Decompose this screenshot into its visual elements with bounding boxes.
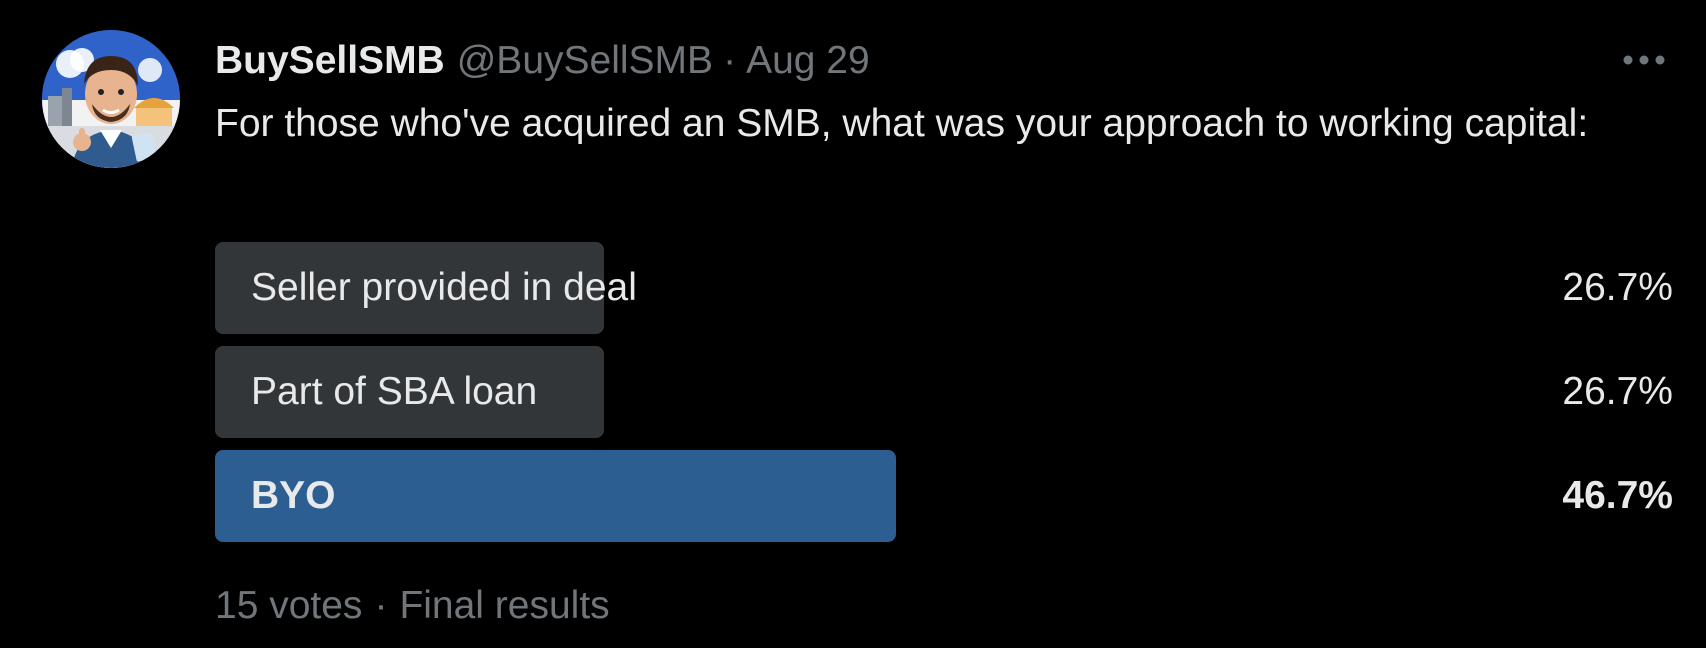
more-horizontal-icon	[1623, 55, 1665, 65]
poll-vote-count: 15 votes	[215, 584, 363, 627]
poll: Seller provided in deal 26.7% Part of SB…	[215, 242, 1673, 554]
tweet[interactable]: BuySellSMB @BuySellSMB · Aug 29 For thos…	[0, 0, 1706, 648]
user-handle[interactable]: @BuySellSMB	[457, 36, 713, 86]
poll-option-label: Seller provided in deal	[251, 266, 637, 309]
avatar-image	[42, 30, 180, 168]
poll-option-label: Part of SBA loan	[251, 370, 538, 413]
footer-separator: ·	[374, 584, 388, 627]
tweet-text: For those who've acquired an SMB, what w…	[215, 102, 1589, 145]
poll-option-percent: 46.7%	[1562, 474, 1673, 517]
tweet-header: BuySellSMB @BuySellSMB · Aug 29	[215, 36, 870, 86]
poll-option-percent: 26.7%	[1562, 370, 1673, 413]
poll-option: Seller provided in deal 26.7%	[215, 242, 1673, 334]
more-options-button[interactable]	[1616, 42, 1672, 78]
poll-option: Part of SBA loan 26.7%	[215, 346, 1673, 438]
poll-footer: 15 votes · Final results	[215, 580, 610, 632]
display-name[interactable]: BuySellSMB	[215, 36, 445, 86]
poll-option-label: BYO	[251, 474, 336, 517]
avatar[interactable]	[42, 30, 180, 168]
tweet-date[interactable]: Aug 29	[746, 36, 870, 86]
poll-option-percent: 26.7%	[1562, 266, 1673, 309]
header-separator: ·	[723, 39, 737, 82]
poll-status: Final results	[399, 584, 610, 627]
poll-option: BYO 46.7%	[215, 450, 1673, 542]
